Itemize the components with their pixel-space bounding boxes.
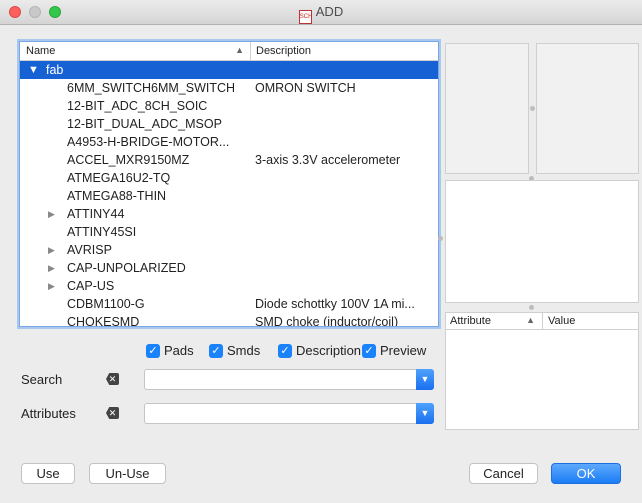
library-tree[interactable]: Name ▲ Description ▼ fab 6MM_SWITCH6MM_S… <box>19 41 439 327</box>
tree-row-description: OMRON SWITCH <box>255 81 356 95</box>
checkmark-icon: ✓ <box>146 343 160 358</box>
splitter-handle[interactable] <box>529 305 534 310</box>
attributes-label: Attributes <box>21 406 76 421</box>
tree-row-name: AVRISP <box>67 243 112 257</box>
expanded-arrow-icon[interactable]: ▼ <box>28 61 39 79</box>
smds-label: Smds <box>227 343 261 358</box>
attributes-combo[interactable]: ▼ <box>144 403 434 424</box>
name-column-header[interactable]: Name ▲ <box>20 42 251 60</box>
collapsed-arrow-icon[interactable]: ▶ <box>48 259 55 277</box>
pads-checkbox[interactable]: ✓ Pads <box>146 343 194 358</box>
tree-row[interactable]: ATMEGA88-THIN <box>20 187 438 205</box>
collapsed-arrow-icon[interactable]: ▶ <box>48 205 55 223</box>
unuse-button[interactable]: Un-Use <box>89 463 166 484</box>
tree-row[interactable]: ATMEGA16U2-TQ <box>20 169 438 187</box>
tree-root-fab[interactable]: ▼ fab <box>20 61 438 79</box>
chevron-down-icon[interactable]: ▼ <box>416 403 434 424</box>
tree-row[interactable]: ▶ CAP-UNPOLARIZED <box>20 259 438 277</box>
tree-row-name: CDBM1100-G <box>67 297 145 311</box>
name-column-label: Name <box>26 45 56 57</box>
sort-ascending-icon: ▲ <box>235 45 244 55</box>
collapsed-arrow-icon[interactable]: ▶ <box>48 241 55 259</box>
tree-row-name: ATMEGA88-THIN <box>67 189 167 203</box>
tree-row-description: 3-axis 3.3V accelerometer <box>255 153 401 167</box>
tree-row[interactable]: ATTINY45SI <box>20 223 438 241</box>
checkmark-icon: ✓ <box>362 343 376 358</box>
chevron-down-icon[interactable]: ▼ <box>416 369 434 390</box>
tree-row[interactable]: CDBM1100-G Diode schottky 100V 1A mi... <box>20 295 438 313</box>
attribute-column-header[interactable]: Attribute ▲ <box>446 313 543 329</box>
smds-checkbox[interactable]: ✓ Smds <box>209 343 260 358</box>
tree-row-name: ATTINY45SI <box>67 225 137 239</box>
tree-row[interactable]: ACCEL_MXR9150MZ 3-axis 3.3V accelerometer <box>20 151 438 169</box>
tree-row[interactable]: A4953-H-BRIDGE-MOTOR... <box>20 133 438 151</box>
ok-button[interactable]: OK <box>551 463 621 484</box>
search-combo[interactable]: ▼ <box>144 369 434 390</box>
tree-row[interactable]: 12-BIT_ADC_8CH_SOIC <box>20 97 438 115</box>
checkmark-icon: ✓ <box>278 343 292 358</box>
preview-checkbox[interactable]: ✓ Preview <box>362 343 426 358</box>
use-button[interactable]: Use <box>21 463 75 484</box>
tree-items: 6MM_SWITCH6MM_SWITCH OMRON SWITCH 12-BIT_A… <box>20 79 438 327</box>
attributes-table[interactable]: Attribute ▲ Value <box>445 312 639 430</box>
collapsed-arrow-icon[interactable]: ▶ <box>48 277 55 295</box>
tree-row-name: CAP-UNPOLARIZED <box>67 261 186 275</box>
attribute-column-label: Attribute <box>450 315 491 327</box>
package-preview <box>536 43 639 174</box>
tree-root-label: fab <box>46 63 64 77</box>
description-checkbox[interactable]: ✓ Description <box>278 343 361 358</box>
cancel-button[interactable]: Cancel <box>469 463 538 484</box>
tree-row-description: Diode schottky 100V 1A mi... <box>255 297 415 311</box>
value-column-header[interactable]: Value <box>543 313 580 329</box>
tree-row[interactable]: 6MM_SWITCH6MM_SWITCH OMRON SWITCH <box>20 79 438 97</box>
tree-row[interactable]: 12-BIT_DUAL_ADC_MSOP <box>20 115 438 133</box>
tree-row-name: 12-BIT_ADC_8CH_SOIC <box>67 99 208 113</box>
eagle-document-icon: SCH <box>298 10 312 24</box>
tree-row-name: 6MM_SWITCH6MM_SWITCH <box>67 81 236 95</box>
splitter-handle[interactable] <box>530 106 535 111</box>
tree-row-name: ATMEGA16U2-TQ <box>67 171 171 185</box>
tree-row[interactable]: ▶ AVRISP <box>20 241 438 259</box>
tree-row-name: CAP-US <box>67 279 115 293</box>
tree-header: Name ▲ Description <box>20 42 438 61</box>
pads-label: Pads <box>164 343 194 358</box>
window-title-wrap: SCH ADD <box>0 4 642 24</box>
description-column-header[interactable]: Description <box>251 42 316 60</box>
clear-attributes-icon[interactable]: ✕ <box>106 407 119 419</box>
checkmark-icon: ✓ <box>209 343 223 358</box>
tree-row-name: 12-BIT_DUAL_ADC_MSOP <box>67 117 222 131</box>
tree-row[interactable]: ▶ ATTINY44 <box>20 205 438 223</box>
preview-label: Preview <box>380 343 427 358</box>
description-label: Description <box>296 343 362 358</box>
sort-ascending-icon: ▲ <box>526 315 535 325</box>
tree-row-name: CHOKESMD <box>67 315 140 327</box>
title-bar: SCH ADD <box>0 0 642 25</box>
symbol-preview <box>445 43 529 174</box>
tree-row-description: SMD choke (inductor/coil) <box>255 315 399 327</box>
search-label: Search <box>21 372 63 387</box>
window-title: ADD <box>315 4 344 19</box>
tree-row-name: ACCEL_MXR9150MZ <box>67 153 190 167</box>
attributes-table-header: Attribute ▲ Value <box>446 313 638 330</box>
tree-row-name: A4953-H-BRIDGE-MOTOR... <box>67 135 230 149</box>
splitter-handle[interactable] <box>438 236 443 241</box>
description-panel <box>445 180 639 303</box>
clear-search-icon[interactable]: ✕ <box>106 373 119 385</box>
tree-row[interactable]: ▶ CAP-US <box>20 277 438 295</box>
tree-row-name: ATTINY44 <box>67 207 125 221</box>
tree-row[interactable]: CHOKESMD SMD choke (inductor/coil) <box>20 313 438 327</box>
